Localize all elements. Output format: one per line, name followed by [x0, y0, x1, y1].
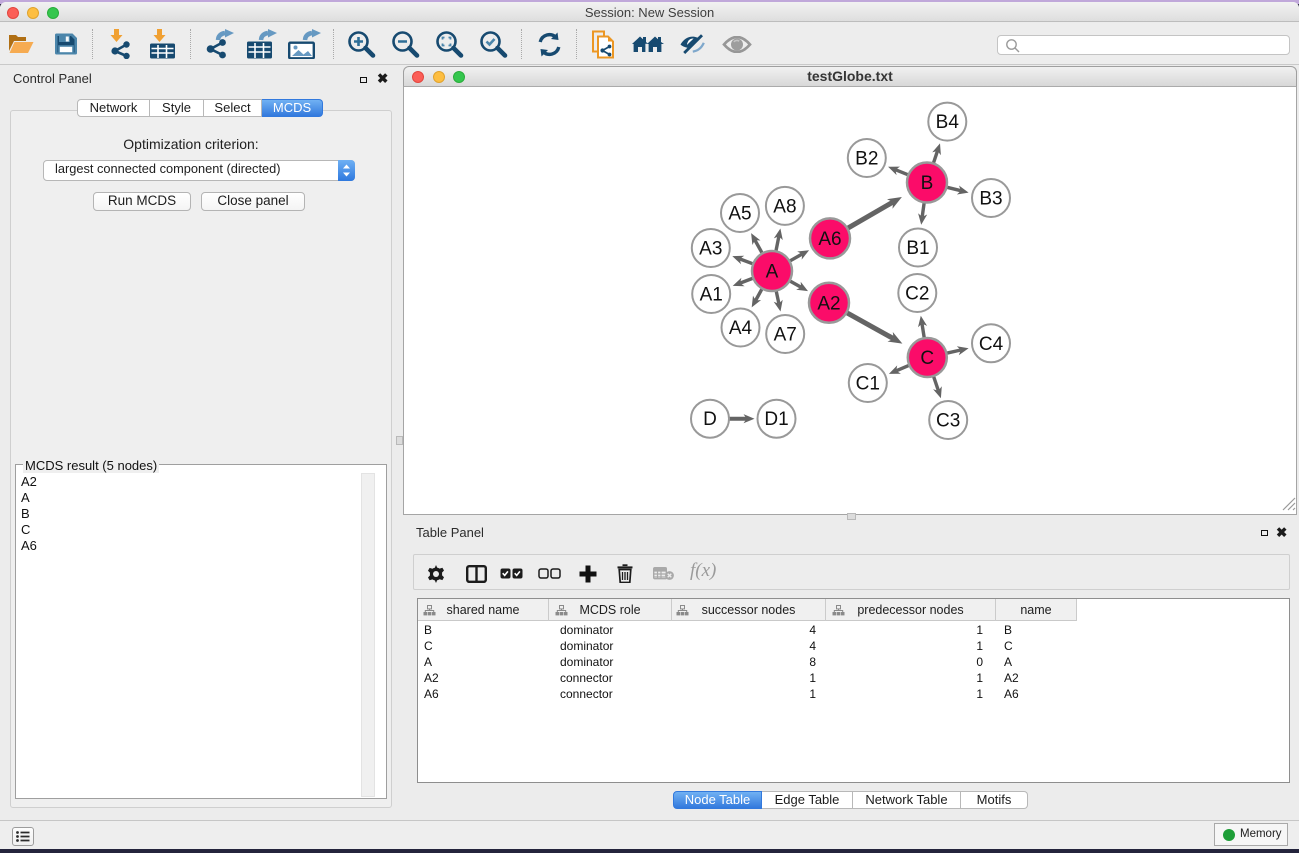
- svg-text:C3: C3: [936, 411, 960, 432]
- svg-text:A5: A5: [728, 204, 751, 225]
- svg-text:D1: D1: [764, 409, 788, 430]
- svg-text:B2: B2: [855, 149, 878, 170]
- svg-text:B1: B1: [906, 238, 929, 259]
- svg-text:A6: A6: [818, 229, 841, 250]
- svg-text:A7: A7: [774, 325, 797, 346]
- svg-text:A: A: [766, 262, 779, 283]
- svg-text:B: B: [921, 173, 934, 194]
- svg-text:C4: C4: [979, 334, 1004, 355]
- svg-text:C1: C1: [856, 374, 880, 395]
- svg-text:A1: A1: [700, 285, 723, 306]
- svg-text:C2: C2: [905, 284, 929, 305]
- svg-text:B3: B3: [979, 189, 1002, 210]
- svg-text:A8: A8: [773, 196, 796, 217]
- svg-text:C: C: [920, 348, 934, 369]
- svg-text:A2: A2: [817, 293, 840, 314]
- svg-text:D: D: [703, 409, 717, 430]
- svg-text:A4: A4: [729, 318, 753, 339]
- svg-text:A3: A3: [699, 239, 722, 260]
- svg-text:B4: B4: [936, 112, 960, 133]
